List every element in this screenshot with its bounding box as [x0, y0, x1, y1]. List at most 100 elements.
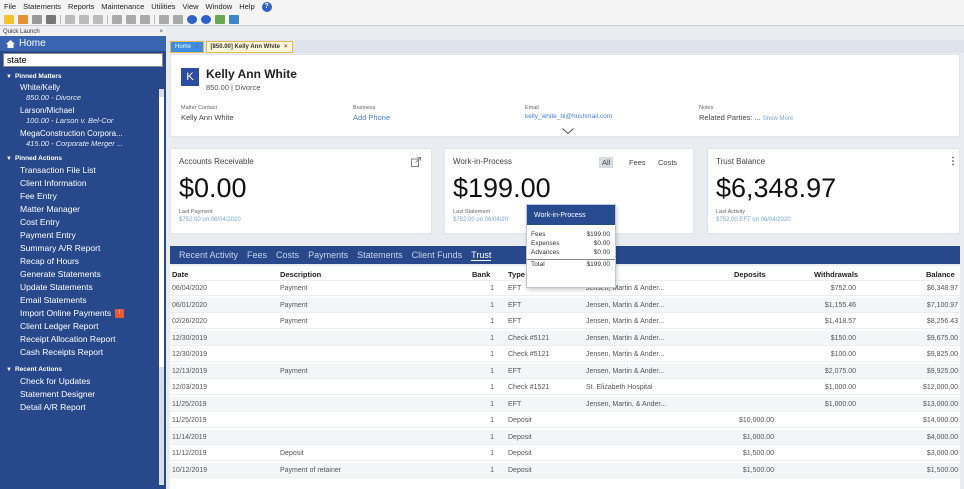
tab-trust[interactable]: Trust: [471, 250, 492, 261]
sidebar-home[interactable]: Home: [0, 36, 166, 51]
menu-help[interactable]: Help: [239, 2, 254, 11]
cut-icon[interactable]: [65, 14, 75, 24]
sidebar-action-email-statements[interactable]: Email Statements: [0, 294, 166, 307]
table-row[interactable]: 02/26/2020 Payment 1 EFT Jensen, Martin & An…: [170, 314, 960, 329]
col-deposits-header[interactable]: Deposits: [734, 270, 766, 279]
sidebar-action-cost-entry[interactable]: Cost Entry: [0, 216, 166, 229]
menu-statements[interactable]: Statements: [23, 2, 61, 11]
wip-popup-row-label: Expenses: [531, 240, 560, 247]
ar-last-payment-link[interactable]: $752.00 on 06/04/2020: [179, 217, 241, 223]
sidebar-recent-statement-designer[interactable]: Statement Designer: [0, 388, 166, 401]
col-date-header[interactable]: Date: [172, 270, 188, 279]
copy-icon[interactable]: [79, 14, 89, 24]
paste-icon[interactable]: [93, 14, 103, 24]
sidebar-action-import-online-payments[interactable]: Import Online Payments!: [0, 307, 166, 320]
sidebar-action-recap-of-hours[interactable]: Recap of Hours: [0, 255, 166, 268]
pinned-actions-header[interactable]: ▼ Pinned Actions: [0, 151, 166, 164]
pinned-matter-item[interactable]: Larson/Michael 100.00 - Larson v. Bel-Co…: [0, 105, 166, 128]
col-type-header[interactable]: Type: [508, 270, 525, 279]
menu-maintenance[interactable]: Maintenance: [101, 2, 144, 11]
email-link[interactable]: kelly_white_bl@hushmail.com: [525, 113, 612, 120]
sidebar-action-cash-receipts-report[interactable]: Cash Receipts Report: [0, 346, 166, 359]
sidebar-action-payment-entry[interactable]: Payment Entry: [0, 229, 166, 242]
new-icon[interactable]: [4, 14, 14, 24]
menu-file[interactable]: File: [4, 2, 16, 11]
delete-icon[interactable]: [173, 14, 183, 24]
percent-icon[interactable]: [159, 14, 169, 24]
sidebar-action-update-statements[interactable]: Update Statements: [0, 281, 166, 294]
sidebar-action-summary-ar-report[interactable]: Summary A/R Report: [0, 242, 166, 255]
italic-icon[interactable]: [126, 14, 136, 24]
sidebar-action-fee-entry[interactable]: Fee Entry: [0, 190, 166, 203]
col-bank-header[interactable]: Bank: [472, 270, 490, 279]
tab-statements[interactable]: Statements: [357, 250, 403, 260]
save-icon[interactable]: [32, 14, 42, 24]
table-row[interactable]: 12/30/2019 1 Check #5121 Jensen, Martin & A…: [170, 347, 960, 362]
matter-contact-label: Matter Contact: [181, 105, 218, 111]
tab-recent-activity[interactable]: Recent Activity: [179, 250, 238, 260]
col-description-header[interactable]: Description: [280, 270, 321, 279]
close-icon[interactable]: ×: [284, 44, 288, 50]
underline-icon[interactable]: [140, 14, 150, 24]
wip-filter-costs[interactable]: Costs: [655, 157, 680, 168]
table-row[interactable]: 06/01/2020 Payment 1 EFT Jensen, Martin & An…: [170, 297, 960, 313]
ar-last-payment-label: Last Payment: [179, 209, 213, 215]
table-row[interactable]: 11/12/2019 Deposit 1 Deposit $1,500.00 $3,000…: [170, 446, 960, 461]
table-row[interactable]: 11/25/2019 1 Deposit $10,000.00 $14,000.00: [170, 413, 960, 428]
forward-icon[interactable]: [201, 14, 211, 24]
settings-icon[interactable]: [229, 14, 239, 24]
wip-filter-fees[interactable]: Fees: [626, 157, 649, 168]
sidebar-action-matter-manager[interactable]: Matter Manager: [0, 203, 166, 216]
tab-payments[interactable]: Payments: [308, 250, 348, 260]
add-phone-link[interactable]: Add Phone: [353, 113, 390, 122]
wip-last-statement-link[interactable]: $752.00 on 06/04/20: [453, 217, 508, 223]
pinned-matter-item[interactable]: White/Kelly 850.00 - Divorce: [0, 82, 166, 105]
pinned-matter-item[interactable]: MegaConstruction Corpora... 415.00 - Cor…: [0, 128, 166, 151]
table-row[interactable]: 12/13/2019 Payment 1 EFT Jensen, Martin & An…: [170, 363, 960, 379]
tab-client-funds[interactable]: Client Funds: [412, 250, 463, 260]
show-more-link[interactable]: Show More: [763, 116, 793, 122]
sidebar-search-input[interactable]: state: [3, 53, 163, 67]
tab-home-label: Home: [175, 44, 192, 50]
trust-last-activity-link[interactable]: $752.00 EFT on 06/04/2020: [716, 217, 791, 223]
table-row[interactable]: 12/30/2019 1 Check #5121 Jensen, Martin & A…: [170, 330, 960, 346]
tab-home[interactable]: Home ×: [170, 41, 204, 53]
sidebar-action-receipt-allocation-report[interactable]: Receipt Allocation Report: [0, 333, 166, 346]
table-row[interactable]: 11/14/2019 1 Deposit $1,000.00 $4,000.00: [170, 429, 960, 445]
cell-type: EFT: [508, 285, 522, 292]
sidebar-action-client-ledger-report[interactable]: Client Ledger Report: [0, 320, 166, 333]
tab-fees[interactable]: Fees: [247, 250, 267, 260]
external-link-icon[interactable]: [411, 157, 421, 167]
table-row[interactable]: 10/12/2019 Payment of retainer 1 Deposit $1,…: [170, 462, 960, 478]
help-icon[interactable]: ?: [261, 1, 272, 12]
wip-filter-all[interactable]: All: [599, 157, 614, 168]
more-options-icon[interactable]: ⋮: [948, 156, 958, 167]
close-icon[interactable]: ×: [159, 29, 163, 35]
open-folder-icon[interactable]: [18, 14, 28, 24]
report-icon[interactable]: [215, 14, 225, 24]
chevron-down-icon[interactable]: [562, 128, 574, 134]
accounts-receivable-card: Accounts Receivable $0.00 Last Payment $…: [170, 148, 432, 234]
table-row[interactable]: 12/03/2019 1 Check #1521 St. Elizabeth Hosp…: [170, 380, 960, 395]
tab-kelly-ann-white[interactable]: [850.00] Kelly Ann White ×: [205, 41, 293, 53]
table-row[interactable]: 11/25/2019 1 EFT Jensen, Martin, & Ander...…: [170, 396, 960, 412]
menu-reports[interactable]: Reports: [68, 2, 94, 11]
menu-view[interactable]: View: [182, 2, 198, 11]
sidebar-recent-check-for-updates[interactable]: Check for Updates: [0, 375, 166, 388]
recent-actions-header[interactable]: ▼ Recent Actions: [0, 359, 166, 375]
sidebar-recent-detail-ar-report[interactable]: Detail A/R Report: [0, 401, 166, 414]
col-balance-header[interactable]: Balance: [926, 270, 955, 279]
print-icon[interactable]: [46, 14, 56, 24]
close-icon[interactable]: ×: [195, 44, 199, 50]
tab-costs[interactable]: Costs: [276, 250, 299, 260]
sidebar-action-generate-statements[interactable]: Generate Statements: [0, 268, 166, 281]
bold-icon[interactable]: [112, 14, 122, 24]
pinned-matters-header[interactable]: ▼ Pinned Matters: [0, 69, 166, 82]
col-withdrawals-header[interactable]: Withdrawals: [814, 270, 858, 279]
sidebar-action-client-information[interactable]: Client Information: [0, 177, 166, 190]
menu-utilities[interactable]: Utilities: [151, 2, 175, 11]
back-icon[interactable]: [187, 14, 197, 24]
sidebar-action-transaction-file-list[interactable]: Transaction File List: [0, 164, 166, 177]
menu-window[interactable]: Window: [206, 2, 233, 11]
sidebar-scroll-thumb[interactable]: [159, 97, 164, 367]
